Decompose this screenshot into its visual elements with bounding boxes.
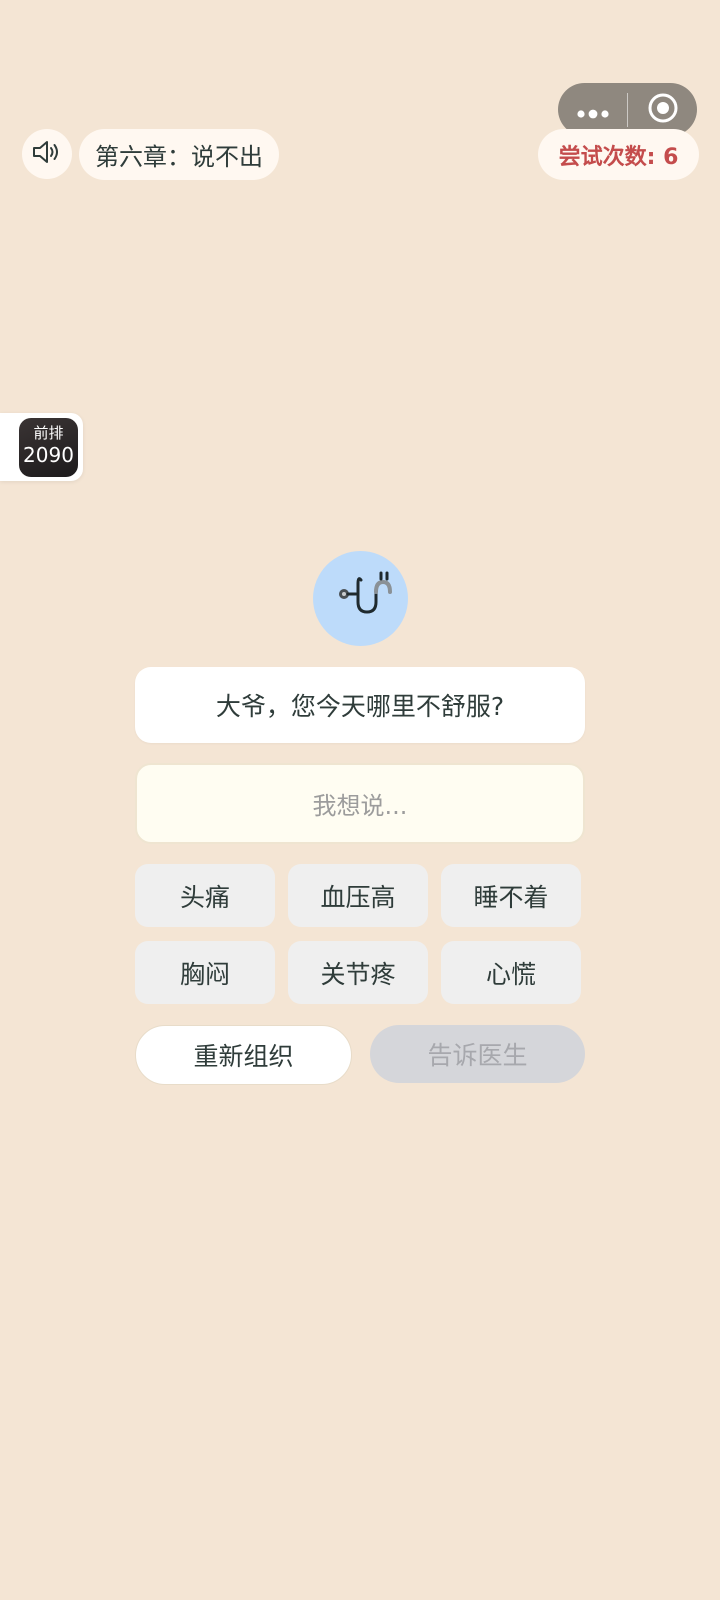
speaker-icon <box>32 139 62 169</box>
word-choice-button[interactable]: 血压高 <box>288 864 428 927</box>
word-choice-button[interactable]: 睡不着 <box>441 864 581 927</box>
sound-toggle-button[interactable] <box>22 129 72 179</box>
floating-app-badge[interactable]: 前排 2090 <box>0 413 83 481</box>
word-choice-button[interactable]: 关节疼 <box>288 941 428 1004</box>
tell-doctor-button[interactable]: 告诉医生 <box>370 1025 585 1083</box>
app-icon-number: 2090 <box>23 443 74 467</box>
app-icon: 前排 2090 <box>19 418 78 477</box>
doctor-avatar <box>313 551 408 646</box>
word-choice-button[interactable]: 头痛 <box>135 864 275 927</box>
stethoscope-icon <box>326 562 396 636</box>
reset-button[interactable]: 重新组织 <box>135 1025 352 1085</box>
word-choice-button[interactable]: 胸闷 <box>135 941 275 1004</box>
answer-input-area[interactable]: 我想说... <box>135 763 585 844</box>
chapter-title: 第六章：说不出 <box>79 129 279 180</box>
word-choice-grid: 头痛 血压高 睡不着 胸闷 关节疼 心慌 <box>135 864 585 1004</box>
attempts-counter: 尝试次数: 6 <box>538 129 699 180</box>
word-choice-button[interactable]: 心慌 <box>441 941 581 1004</box>
doctor-question: 大爷，您今天哪里不舒服? <box>135 667 585 743</box>
target-circle-icon <box>647 92 679 128</box>
app-icon-label: 前排 <box>33 424 64 442</box>
more-dots-icon <box>576 95 610 125</box>
